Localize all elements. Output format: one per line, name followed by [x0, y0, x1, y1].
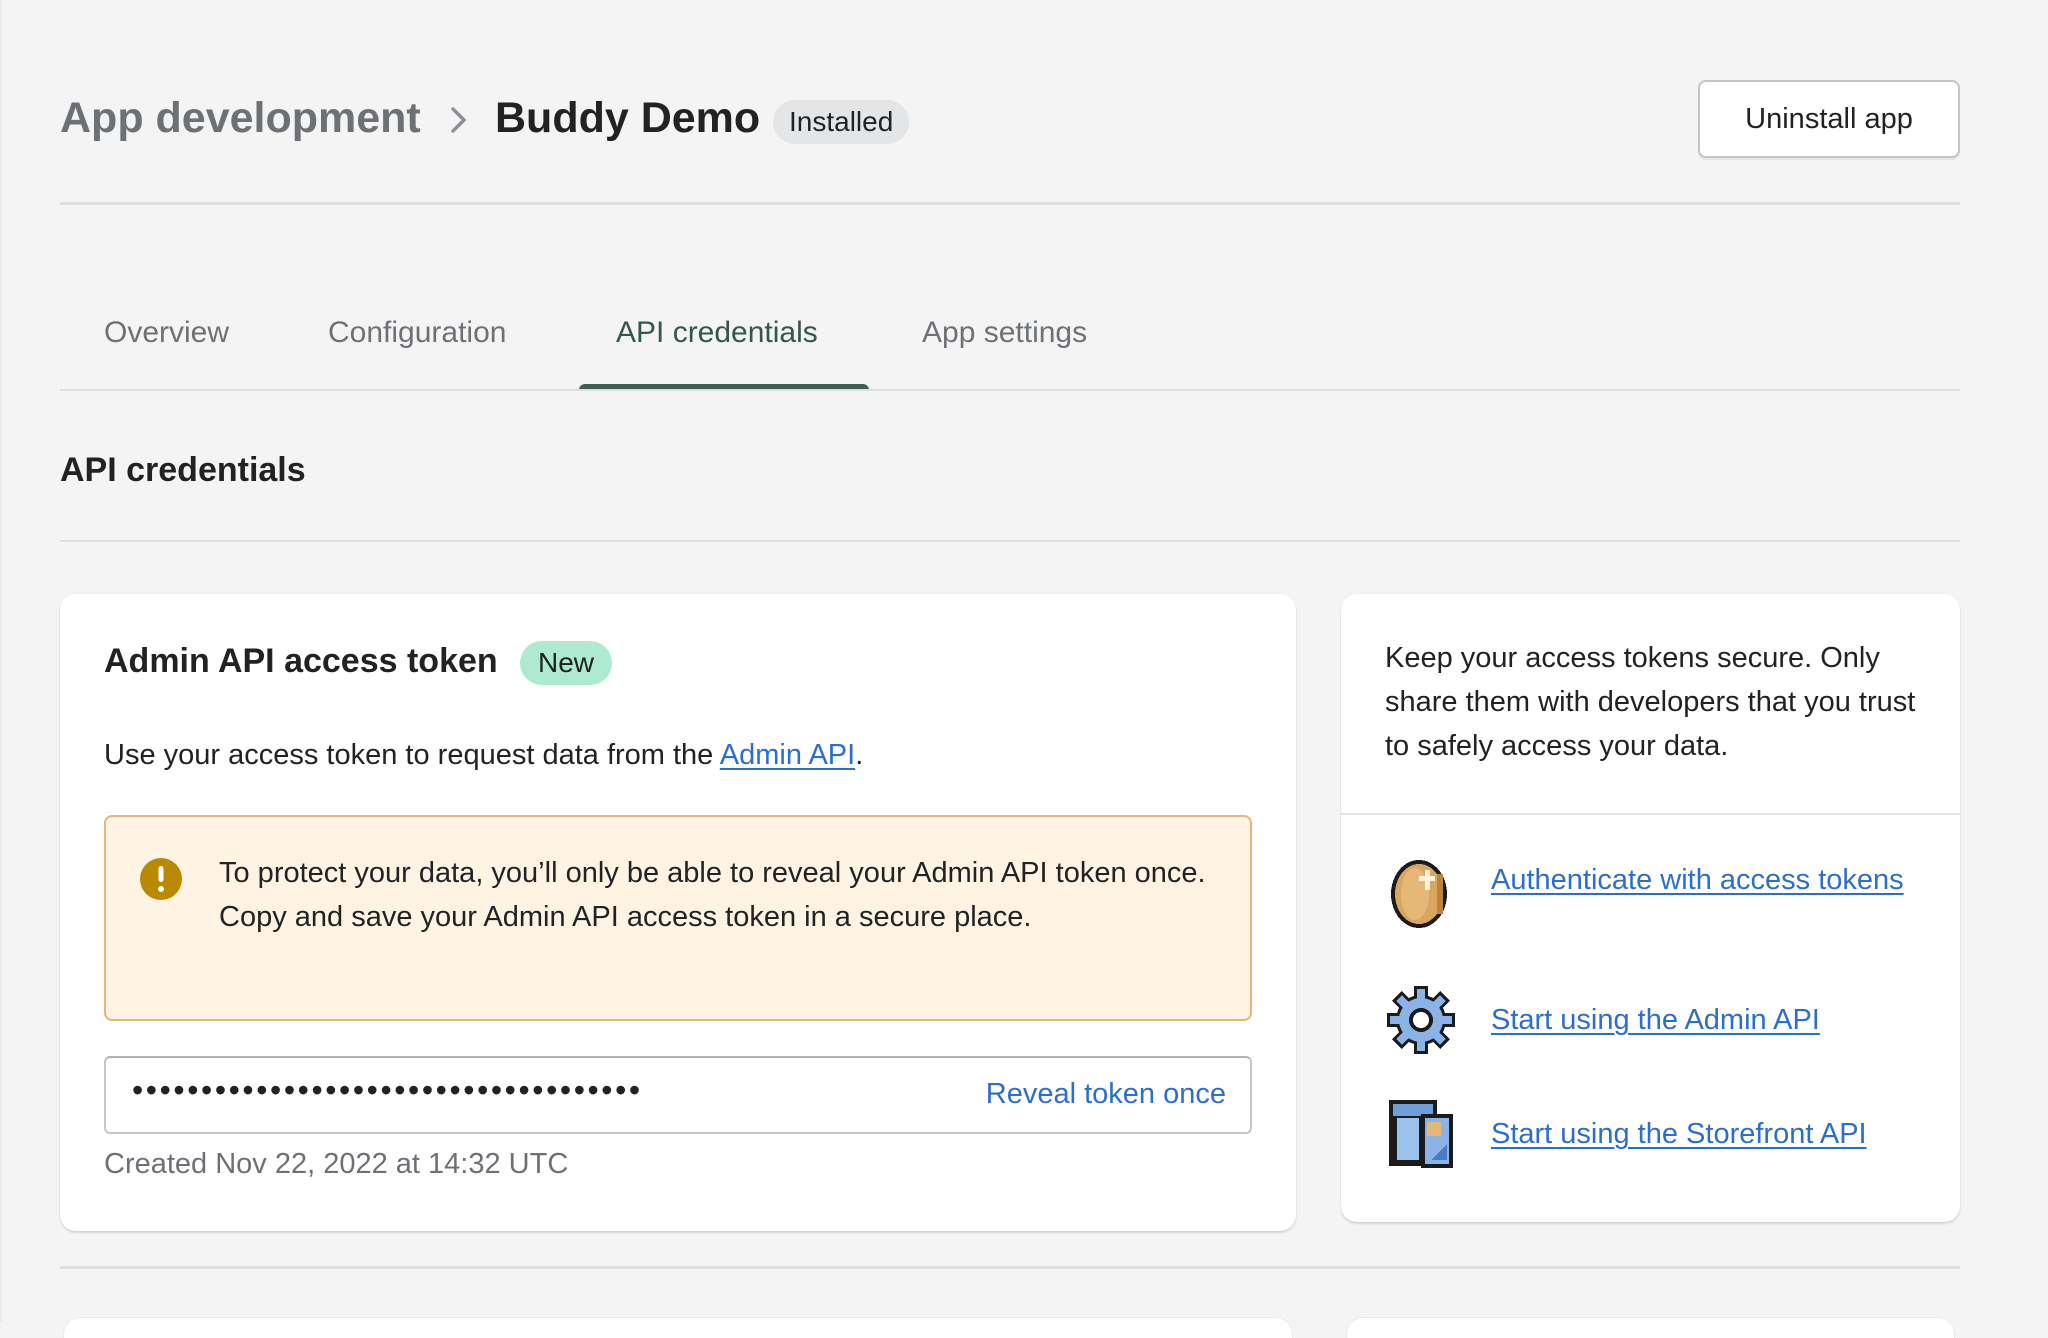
info-divider	[1341, 813, 1960, 815]
warning-banner: To protect your data, you’ll only be abl…	[104, 815, 1252, 1021]
description-suffix: .	[855, 739, 864, 771]
coin-icon	[1391, 860, 1447, 928]
tab-api-credentials[interactable]: API credentials	[616, 316, 818, 350]
tabs-divider	[60, 389, 1960, 391]
admin-api-link[interactable]: Admin API	[720, 739, 855, 771]
card-title: Admin API access token	[104, 642, 498, 680]
security-info-card: Keep your access tokens secure. Only sha…	[1341, 594, 1960, 1222]
start-using-admin-api-link[interactable]: Start using the Admin API	[1491, 998, 1820, 1042]
admin-api-token-card: Admin API access token New Use your acce…	[60, 594, 1296, 1231]
token-created-date: Created Nov 22, 2022 at 14:32 UTC	[104, 1148, 569, 1180]
page-header: App development Buddy Demo Installed Uni…	[60, 80, 1960, 158]
warning-text: To protect your data, you’ll only be abl…	[219, 857, 1206, 933]
resource-item: Start using the Admin API	[1385, 984, 1925, 1056]
masked-token: •••••••••••••••••••••••••••••••••••••	[132, 1072, 643, 1108]
page-title: Buddy Demo	[495, 94, 761, 142]
bottom-divider	[60, 1266, 1960, 1269]
status-badge: Installed	[773, 100, 910, 144]
tab-bar: Overview Configuration API credentials A…	[60, 290, 1960, 392]
section-title: API credentials	[60, 451, 306, 489]
reveal-token-button[interactable]: Reveal token once	[986, 1078, 1226, 1111]
card-description: Use your access token to request data fr…	[104, 739, 863, 772]
description-text: Use your access token to request data fr…	[104, 739, 720, 771]
next-card-right	[1347, 1318, 1954, 1338]
token-field[interactable]: ••••••••••••••••••••••••••••••••••••• Re…	[104, 1056, 1252, 1134]
next-card-left	[64, 1318, 1292, 1338]
uninstall-app-button[interactable]: Uninstall app	[1698, 80, 1960, 158]
gear-icon	[1387, 986, 1455, 1054]
tab-configuration[interactable]: Configuration	[328, 316, 506, 350]
window-edge	[0, 0, 2, 1322]
security-tip: Keep your access tokens secure. Only sha…	[1385, 642, 1916, 762]
header-divider	[60, 202, 1960, 205]
new-badge: New	[520, 641, 613, 685]
chevron-right-icon	[451, 107, 466, 133]
tab-overview[interactable]: Overview	[104, 316, 229, 350]
warning-icon	[140, 858, 182, 900]
resource-item: Authenticate with access tokens	[1385, 858, 1925, 948]
authenticate-with-access-tokens-link[interactable]: Authenticate with access tokens	[1491, 858, 1911, 902]
breadcrumb-app-development[interactable]: App development	[60, 94, 421, 143]
storefront-icon	[1389, 1100, 1453, 1168]
start-using-storefront-api-link[interactable]: Start using the Storefront API	[1491, 1112, 1867, 1156]
resource-item: Start using the Storefront API	[1385, 1098, 1925, 1170]
section-divider	[60, 540, 1960, 542]
tab-app-settings[interactable]: App settings	[922, 316, 1087, 350]
